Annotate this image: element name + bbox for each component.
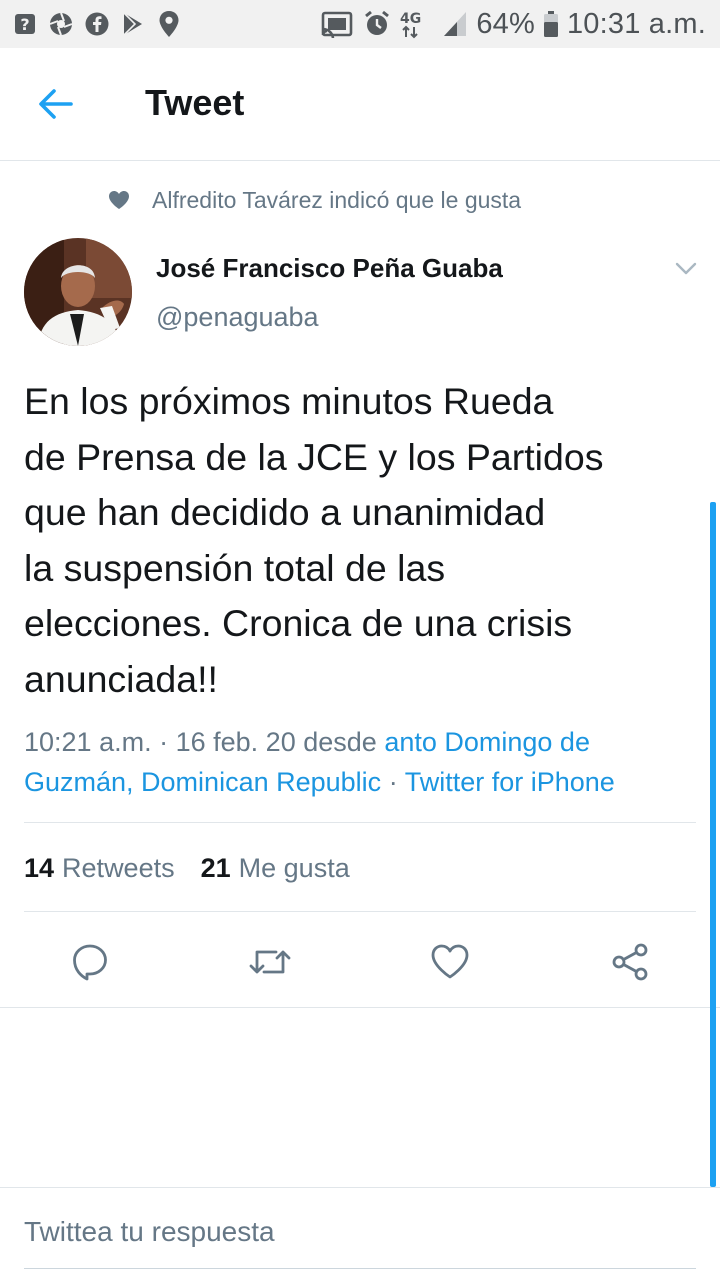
- tweet-source-link[interactable]: Twitter for iPhone: [405, 767, 615, 797]
- likes-stat[interactable]: 21 Me gusta: [201, 853, 350, 884]
- network-label: 4G: [400, 11, 421, 27]
- retweets-count: 14: [24, 852, 55, 883]
- status-bar: ? 4G 64% 10:31 a.m.: [0, 0, 720, 48]
- retweet-icon: [249, 950, 291, 974]
- scrollbar[interactable]: [710, 502, 716, 1187]
- tweet-date: 16 feb. 20: [175, 727, 296, 757]
- author-name[interactable]: José Francisco Peña Guaba: [156, 253, 503, 284]
- social-context-label: Alfredito Tavárez indicó que le gusta: [152, 186, 522, 213]
- chevron-down-icon: [675, 262, 697, 275]
- status-system-icons: 4G 64% 10:31 a.m.: [320, 6, 706, 42]
- divider: [0, 1187, 720, 1188]
- back-button[interactable]: [28, 80, 84, 128]
- retweets-label: Retweets: [62, 852, 175, 883]
- help-icon: ?: [12, 11, 38, 37]
- tweet-stats: 14 Retweets 21 Me gusta: [24, 850, 350, 886]
- facebook-icon: [84, 11, 110, 37]
- divider: [24, 911, 696, 912]
- tweet-time: 10:21 a.m.: [24, 727, 152, 757]
- arrow-left-icon: [39, 89, 73, 119]
- tweet-meta: 10:21 a.m. · 16 feb. 20 desde anto Domin…: [24, 722, 704, 802]
- page-title: Tweet: [145, 82, 245, 123]
- like-button[interactable]: [428, 940, 472, 984]
- share-icon: [612, 943, 648, 981]
- status-notification-icons: ?: [12, 8, 182, 40]
- meta-separator: ·: [159, 727, 169, 757]
- divider: [0, 1007, 720, 1008]
- battery-icon: [543, 10, 559, 38]
- retweets-stat[interactable]: 14 Retweets: [24, 853, 175, 884]
- divider: [24, 822, 696, 823]
- tweet-text: En los próximos minutos Rueda de Prensa …: [24, 380, 604, 700]
- clock: 10:31 a.m.: [566, 7, 706, 40]
- location-icon: [156, 11, 182, 37]
- signal-icon: [442, 10, 468, 38]
- cast-icon: [320, 10, 354, 38]
- tweet-options-button[interactable]: [666, 252, 706, 286]
- author-handle: @penaguaba: [156, 302, 319, 332]
- tweet-detail-screen: ? 4G 64% 10:31 a.m. Tweet Alfredito Tavá…: [0, 0, 720, 1280]
- lte-icon: 4G: [400, 10, 434, 39]
- avatar[interactable]: [24, 238, 132, 346]
- reply-input[interactable]: Twittea tu respuesta: [24, 1216, 684, 1248]
- aperture-icon: [48, 11, 74, 37]
- meta-separator-2: ·: [388, 767, 398, 797]
- play-store-icon: [120, 11, 146, 37]
- reply-button[interactable]: [68, 940, 112, 984]
- retweet-button[interactable]: [248, 940, 292, 984]
- likes-label: Me gusta: [238, 852, 350, 883]
- reply-icon: [73, 944, 107, 981]
- social-context[interactable]: Alfredito Tavárez indicó que le gusta: [108, 186, 521, 214]
- share-button[interactable]: [608, 940, 652, 984]
- app-header: Tweet: [0, 48, 720, 161]
- battery-percent: 64%: [476, 7, 535, 40]
- alarm-icon: [362, 10, 392, 38]
- svg-text:?: ?: [20, 15, 29, 34]
- like-icon: [431, 944, 469, 979]
- reply-underline: [24, 1268, 696, 1269]
- profile-photo: [24, 238, 132, 346]
- heart-filled-icon: [109, 191, 129, 209]
- likes-count: 21: [200, 852, 231, 883]
- meta-from-word: desde: [303, 727, 377, 757]
